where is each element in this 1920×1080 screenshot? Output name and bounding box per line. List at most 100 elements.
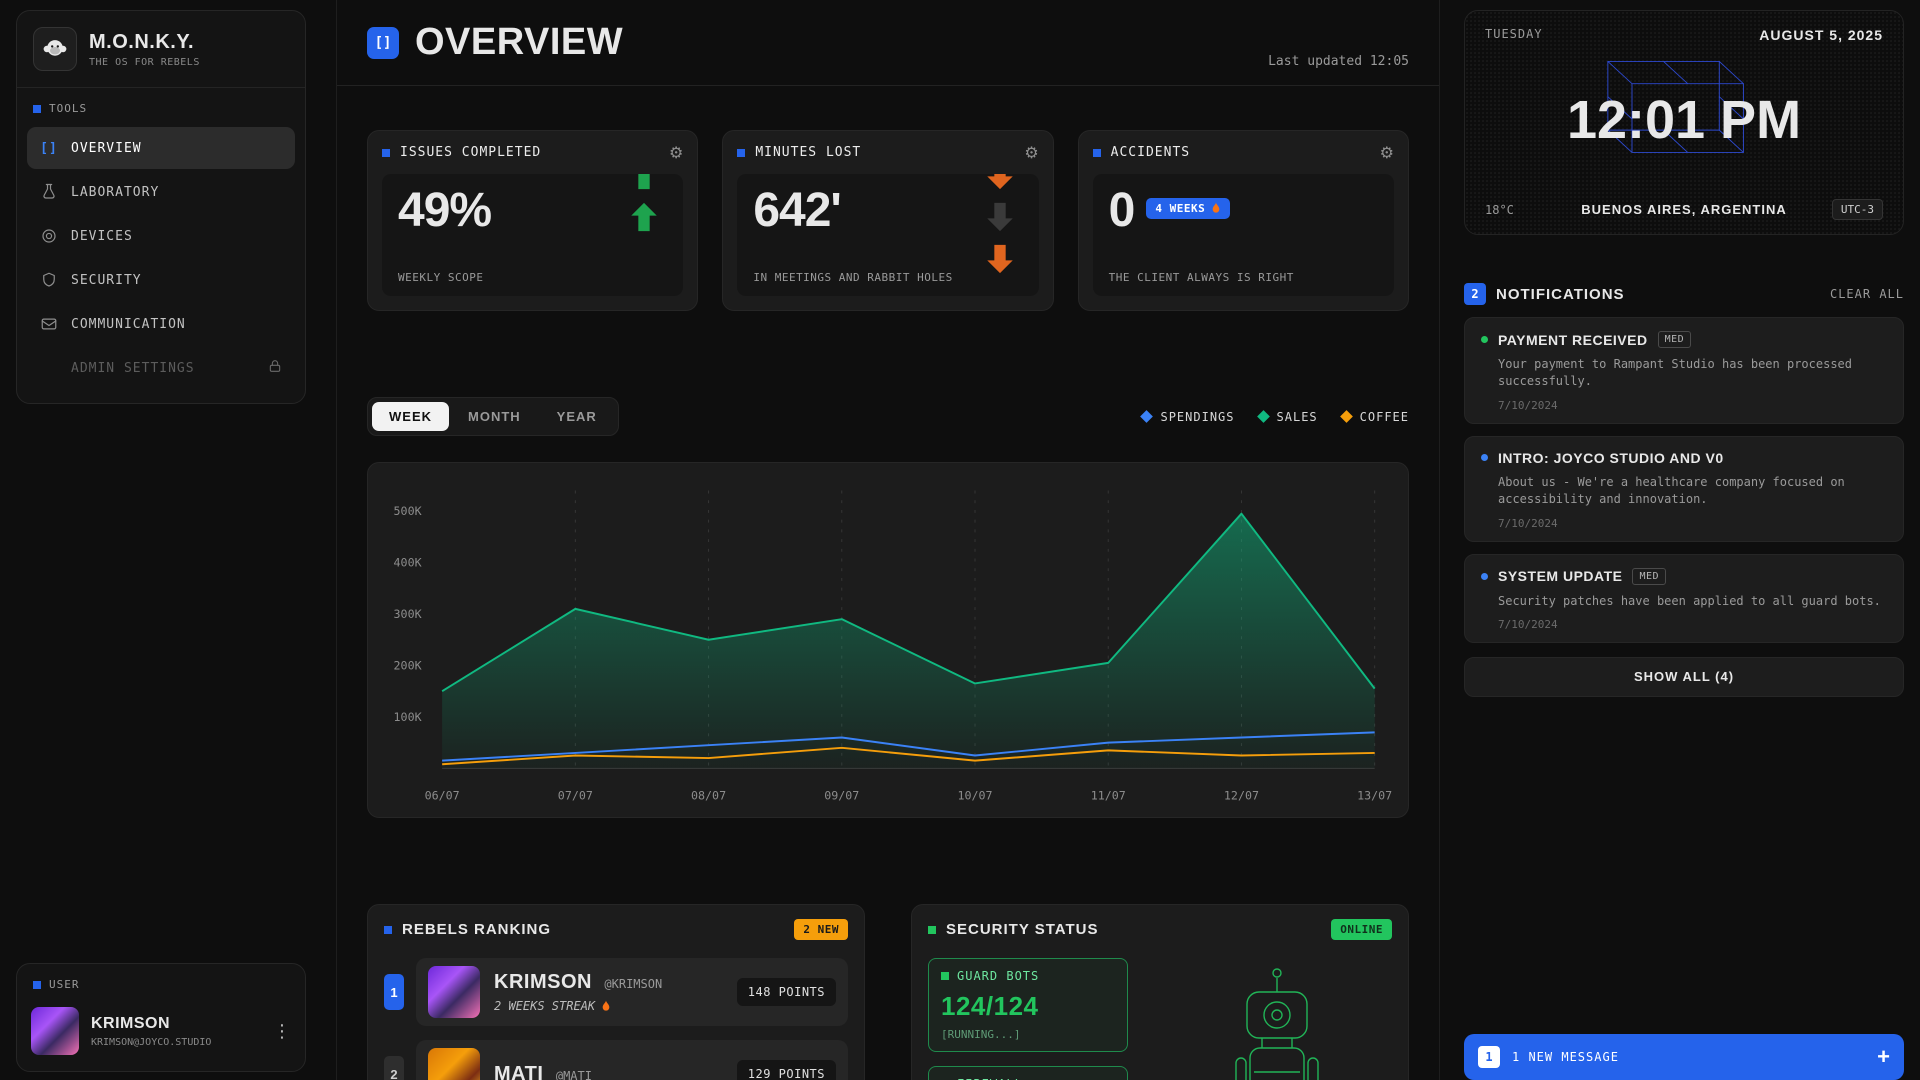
priority-badge: MED xyxy=(1658,331,1692,348)
new-message-bar[interactable]: 1 1 NEW MESSAGE + xyxy=(1464,1034,1904,1080)
sidebar-user-card: USER KRIMSON KRIMSON@JOYCO.STUDIO ⋮ xyxy=(16,963,306,1072)
tab-month[interactable]: MONTH xyxy=(451,402,538,431)
stat-card-issues-completed: ISSUES COMPLETED ⚙ 49% WEEKLY SCOPE xyxy=(367,130,698,311)
svg-text:12/07: 12/07 xyxy=(1224,788,1259,802)
status-dot-icon xyxy=(1481,454,1488,461)
user-profile[interactable]: KRIMSON KRIMSON@JOYCO.STUDIO ⋮ xyxy=(17,999,305,1059)
new-count-badge: 2 NEW xyxy=(794,919,848,940)
svg-text:300K: 300K xyxy=(394,607,422,621)
section-square-icon xyxy=(33,981,41,989)
ranking-list: 1 KRIMSON @KRIMSON 2 WEEKS STREAK xyxy=(384,958,848,1080)
chart-legend: SPENDINGS SALES COFFEE xyxy=(1142,410,1409,424)
main-content: [] OVERVIEW Last updated 12:05 ISSUES CO… xyxy=(337,0,1440,1080)
gear-icon[interactable]: ⚙ xyxy=(1380,143,1394,162)
card-square-icon xyxy=(1093,149,1101,157)
section-square-icon xyxy=(33,105,41,113)
diamond-icon xyxy=(1257,410,1270,423)
timezone-badge: UTC-3 xyxy=(1832,199,1883,220)
sidebar-item-security[interactable]: SECURITY xyxy=(27,259,295,301)
show-all-button[interactable]: SHOW ALL (4) xyxy=(1464,657,1904,697)
gear-icon[interactable]: ⚙ xyxy=(1024,143,1038,162)
notification-date: 7/10/2024 xyxy=(1498,618,1887,631)
streak-badge: 4 WEEKS xyxy=(1146,198,1230,219)
gear-icon[interactable]: ⚙ xyxy=(669,143,683,162)
svg-text:500K: 500K xyxy=(394,504,422,518)
points-chip: 129 POINTS xyxy=(737,1060,836,1080)
trend-up-arrows-icon xyxy=(627,174,661,234)
stat-caption: WEEKLY SCOPE xyxy=(398,271,667,284)
city: BUENOS AIRES, ARGENTINA xyxy=(1575,202,1793,217)
message-count-badge: 1 xyxy=(1478,1046,1500,1068)
chart-period-tabs: WEEK MONTH YEAR xyxy=(367,397,619,436)
legend-sales: SALES xyxy=(1259,410,1318,424)
ranking-row[interactable]: 1 KRIMSON @KRIMSON 2 WEEKS STREAK xyxy=(384,958,848,1026)
sidebar-item-laboratory[interactable]: LABORATORY xyxy=(27,171,295,213)
app-subtitle: THE OS FOR REBELS xyxy=(89,57,200,68)
guard-bots-box: GUARD BOTS 124/124 [RUNNING...] xyxy=(928,958,1128,1052)
message-label: 1 NEW MESSAGE xyxy=(1512,1050,1619,1064)
page-title: OVERVIEW xyxy=(415,21,623,64)
user-email: KRIMSON@JOYCO.STUDIO xyxy=(91,1037,211,1048)
status-dot-icon xyxy=(1481,336,1488,343)
sidebar-item-devices[interactable]: DEVICES xyxy=(27,215,295,257)
plus-icon[interactable]: + xyxy=(1877,1044,1890,1070)
diamond-icon xyxy=(1141,410,1154,423)
sidebar-nav-card: M.O.N.K.Y. THE OS FOR REBELS TOOLS [] OV… xyxy=(16,10,306,404)
rebels-ranking-card: REBELS RANKING 2 NEW 1 KRIMSON xyxy=(367,904,865,1080)
diamond-icon xyxy=(1340,410,1353,423)
rank-name: KRIMSON xyxy=(494,971,592,993)
ranking-title: REBELS RANKING xyxy=(402,921,551,938)
current-time: 12:01 PM xyxy=(1465,89,1903,151)
notification-intro[interactable]: INTRO: JOYCO STUDIO AND V0 About us - We… xyxy=(1464,436,1904,542)
tab-week[interactable]: WEEK xyxy=(372,402,449,431)
avatar xyxy=(428,966,480,1018)
user-menu-kebab-icon[interactable]: ⋮ xyxy=(273,1021,291,1042)
ranking-row[interactable]: 2 MATI @MATI 129 POINTS xyxy=(384,1040,848,1080)
security-title: SECURITY STATUS xyxy=(946,921,1099,938)
clock-widget: TUESDAY AUGUST 5, 2025 12:01 PM 18°C BUE… xyxy=(1464,10,1904,235)
sidebar: M.O.N.K.Y. THE OS FOR REBELS TOOLS [] OV… xyxy=(0,0,337,1080)
brackets-icon: [] xyxy=(39,141,59,156)
notification-payment-received[interactable]: PAYMENT RECEIVED MED Your payment to Ram… xyxy=(1464,317,1904,424)
flask-icon xyxy=(39,183,59,201)
sidebar-nav: [] OVERVIEW LABORATORY xyxy=(17,123,305,393)
monky-dashboard: M.O.N.K.Y. THE OS FOR REBELS TOOLS [] OV… xyxy=(0,0,1920,1080)
rank-number: 2 xyxy=(384,1056,404,1080)
guard-bot-illustration xyxy=(1212,964,1342,1080)
stat-card-accidents: ACCIDENTS ⚙ 0 4 WEEKS xyxy=(1078,130,1409,311)
temperature: 18°C xyxy=(1485,203,1575,217)
overview-brackets-icon: [] xyxy=(367,27,399,59)
tab-year[interactable]: YEAR xyxy=(540,402,614,431)
sidebar-item-overview[interactable]: [] OVERVIEW xyxy=(27,127,295,169)
clear-all-button[interactable]: CLEAR ALL xyxy=(1830,287,1904,301)
user-section-label: USER xyxy=(17,964,305,999)
card-square-icon xyxy=(941,972,949,980)
card-square-icon xyxy=(384,926,392,934)
security-status-card: SECURITY STATUS ONLINE GUARD BOTS 124/12… xyxy=(911,904,1409,1080)
status-dot-icon xyxy=(1481,573,1488,580)
target-icon xyxy=(39,227,59,245)
lock-icon xyxy=(267,358,283,378)
notification-date: 7/10/2024 xyxy=(1498,517,1887,530)
svg-text:13/07: 13/07 xyxy=(1357,788,1392,802)
notification-system-update[interactable]: SYSTEM UPDATE MED Security patches have … xyxy=(1464,554,1904,643)
svg-text:11/07: 11/07 xyxy=(1091,788,1126,802)
user-avatar xyxy=(31,1007,79,1055)
avatar xyxy=(428,1048,480,1080)
trend-down-arrows-icon xyxy=(983,174,1017,276)
notification-count-badge: 2 xyxy=(1464,283,1486,305)
card-square-icon xyxy=(737,149,745,157)
card-square-icon xyxy=(928,926,936,934)
sidebar-item-admin-settings: ADMIN SETTINGS xyxy=(27,347,295,389)
stat-title: ACCIDENTS xyxy=(1111,145,1190,160)
rank-name: MATI xyxy=(494,1063,543,1080)
notifications-header: 2 NOTIFICATIONS CLEAR ALL xyxy=(1464,283,1904,305)
sidebar-item-communication[interactable]: COMMUNICATION xyxy=(27,303,295,345)
page-header: [] OVERVIEW Last updated 12:05 xyxy=(337,0,1439,86)
line-chart: 500K400K300K200K100K06/0707/0708/0709/07… xyxy=(367,462,1409,818)
rank-handle: @MATI xyxy=(556,1069,592,1080)
priority-badge: MED xyxy=(1632,568,1666,585)
chart-svg: 500K400K300K200K100K06/0707/0708/0709/07… xyxy=(378,475,1398,813)
last-updated: Last updated 12:05 xyxy=(1268,54,1409,85)
legend-spendings: SPENDINGS xyxy=(1142,410,1234,424)
